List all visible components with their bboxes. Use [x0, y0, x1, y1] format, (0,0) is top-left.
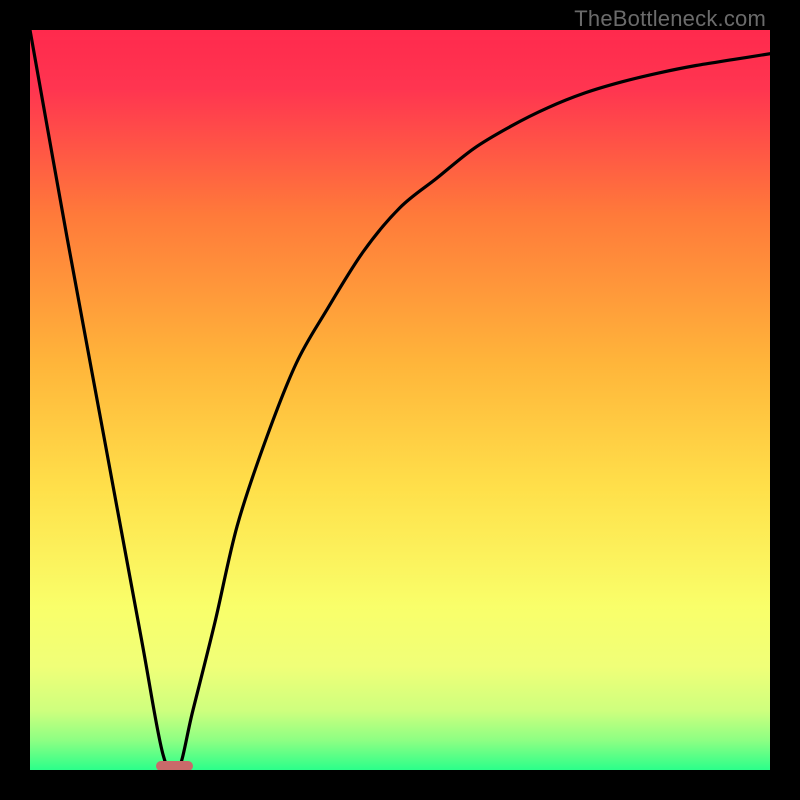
plot-area: [30, 30, 770, 770]
chart-frame: TheBottleneck.com: [0, 0, 800, 800]
heat-gradient-background: [30, 30, 770, 770]
optimal-zone-marker: [156, 761, 193, 770]
watermark-text: TheBottleneck.com: [574, 6, 766, 32]
